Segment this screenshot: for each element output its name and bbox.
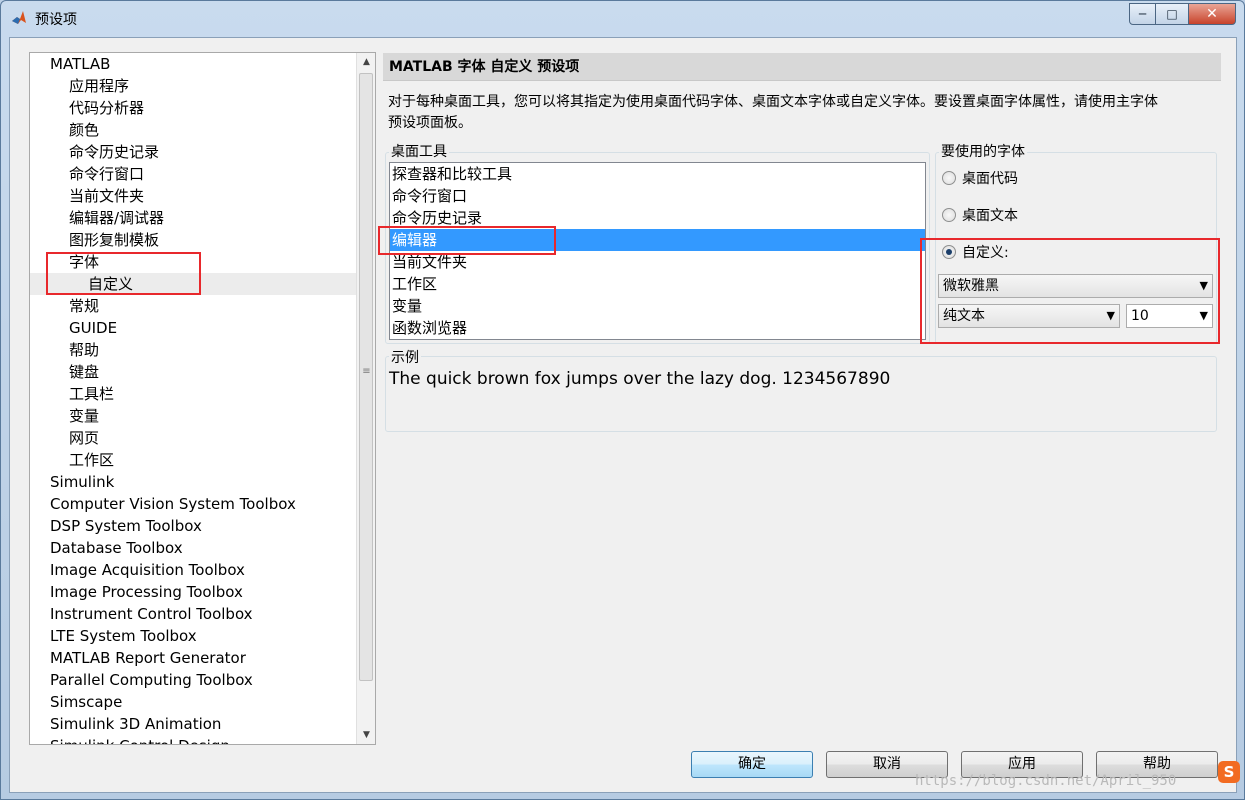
tree-item[interactable]: Database Toolbox (30, 537, 356, 559)
watermark: https://blog.csdn.net/April_950 (915, 773, 1177, 789)
window-title: 预设项 (35, 12, 77, 28)
font-size-value: 10 (1131, 308, 1149, 324)
chevron-down-icon: ▼ (1199, 309, 1208, 322)
tree-item[interactable]: 当前文件夹 (30, 185, 356, 207)
tree-item[interactable]: 键盘 (30, 361, 356, 383)
sample-group (385, 356, 1217, 432)
minimize-button[interactable]: ─ (1129, 3, 1156, 25)
tree-item[interactable]: 代码分析器 (30, 97, 356, 119)
tree-item[interactable]: 命令历史记录 (30, 141, 356, 163)
radio-text-font[interactable]: 桌面文本 (942, 205, 1018, 225)
tree-item[interactable]: GUIDE (30, 317, 356, 339)
tree-item[interactable]: 变量 (30, 405, 356, 427)
close-icon: ✕ (1206, 6, 1218, 22)
font-to-use-label: 要使用的字体 (939, 141, 1027, 161)
title-bar[interactable]: 预设项 ─ □ ✕ (1, 1, 1244, 35)
maximize-icon: □ (1166, 7, 1178, 21)
tree-item[interactable]: MATLAB Report Generator (30, 647, 356, 669)
radio-custom-font-label: 自定义: (962, 245, 1009, 261)
tree-item[interactable]: MATLAB (30, 53, 356, 75)
description-line-2: 预设项面板。 (388, 115, 472, 131)
font-style-value: 纯文本 (943, 308, 985, 324)
panel-title: MATLAB 字体 自定义 预设项 (383, 53, 1221, 81)
panel-description: 对于每种桌面工具，您可以将其指定为使用桌面代码字体、桌面文本字体或自定义字体。要… (388, 92, 1223, 134)
tree-list: MATLAB 应用程序 代码分析器 颜色 命令历史记录 命令行窗口 当前文件夹 编辑器/调试器… (30, 53, 356, 744)
desktop-tool-item[interactable]: 编辑器 (390, 229, 925, 251)
tree-item[interactable]: 工作区 (30, 449, 356, 471)
window-controls: ─ □ ✕ (1129, 3, 1236, 25)
tree-item[interactable]: DSP System Toolbox (30, 515, 356, 537)
radio-code-font-indicator[interactable] (942, 171, 956, 185)
scroll-down-icon[interactable]: ▼ (357, 726, 375, 744)
ok-button[interactable]: 确定 (691, 751, 813, 778)
tree-item[interactable]: Image Acquisition Toolbox (30, 559, 356, 581)
client-area: MATLAB 应用程序 代码分析器 颜色 命令历史记录 命令行窗口 当前文件夹 编辑器/调试器… (9, 37, 1237, 793)
desktop-tool-item[interactable]: 当前文件夹 (390, 251, 925, 273)
scroll-up-icon[interactable]: ▲ (357, 53, 375, 71)
preferences-tree[interactable]: MATLAB 应用程序 代码分析器 颜色 命令历史记录 命令行窗口 当前文件夹 编辑器/调试器… (29, 52, 376, 745)
preferences-window: 预设项 ─ □ ✕ MATLAB 应用程序 代码分析器 颜色 命令历史记录 命令行窗口 当前… (0, 0, 1245, 800)
matlab-logo-icon (12, 11, 26, 24)
minimize-icon: ─ (1138, 7, 1147, 21)
tree-item[interactable]: Computer Vision System Toolbox (30, 493, 356, 515)
sample-text: The quick brown fox jumps over the lazy … (389, 369, 891, 389)
desktop-tools-label: 桌面工具 (389, 141, 449, 161)
sogou-logo-icon: S (1218, 761, 1240, 783)
tree-item[interactable]: 自定义 (30, 273, 356, 295)
tree-item[interactable]: 颜色 (30, 119, 356, 141)
tree-item[interactable]: 帮助 (30, 339, 356, 361)
tree-item[interactable]: 命令行窗口 (30, 163, 356, 185)
radio-custom-font-indicator[interactable] (942, 245, 956, 259)
radio-code-font[interactable]: 桌面代码 (942, 168, 1018, 188)
tree-scrollbar[interactable]: ▲ ≡ ▼ (356, 53, 375, 744)
description-line-1: 对于每种桌面工具，您可以将其指定为使用桌面代码字体、桌面文本字体或自定义字体。要… (388, 94, 1158, 110)
scroll-thumb[interactable]: ≡ (359, 73, 373, 681)
font-name-dropdown[interactable]: 微软雅黑 ▼ (938, 274, 1213, 298)
font-style-dropdown[interactable]: 纯文本 ▼ (938, 304, 1120, 328)
tree-item[interactable]: Image Processing Toolbox (30, 581, 356, 603)
tree-item[interactable]: 编辑器/调试器 (30, 207, 356, 229)
tree-item[interactable]: Simscape (30, 691, 356, 713)
tree-item[interactable]: Simulink (30, 471, 356, 493)
tree-item[interactable]: 常规 (30, 295, 356, 317)
tree-item[interactable]: Parallel Computing Toolbox (30, 669, 356, 691)
sample-label: 示例 (389, 347, 421, 367)
radio-text-font-indicator[interactable] (942, 208, 956, 222)
tree-item[interactable]: 图形复制模板 (30, 229, 356, 251)
tree-item[interactable]: Instrument Control Toolbox (30, 603, 356, 625)
tree-item[interactable]: 应用程序 (30, 75, 356, 97)
font-size-dropdown[interactable]: 10 ▼ (1126, 304, 1213, 328)
tree-item[interactable]: 工具栏 (30, 383, 356, 405)
radio-custom-font[interactable]: 自定义: (942, 242, 1009, 262)
desktop-tool-item[interactable]: 命令行窗口 (390, 185, 925, 207)
grip-icon: ≡ (362, 366, 371, 377)
tree-item[interactable]: 字体 (30, 251, 356, 273)
desktop-tool-item[interactable]: 命令历史记录 (390, 207, 925, 229)
desktop-tools-list[interactable]: 探查器和比较工具 命令行窗口 命令历史记录 编辑器 当前文件夹 工作区 变量 函数浏览器 (389, 162, 926, 340)
tree-item[interactable]: Simulink Control Design (30, 735, 356, 744)
font-name-value: 微软雅黑 (943, 278, 999, 294)
desktop-tool-item[interactable]: 函数浏览器 (390, 317, 925, 339)
tree-item[interactable]: Simulink 3D Animation (30, 713, 356, 735)
chevron-down-icon: ▼ (1106, 309, 1115, 322)
desktop-tool-item[interactable]: 变量 (390, 295, 925, 317)
desktop-tool-item[interactable]: 工作区 (390, 273, 925, 295)
close-button[interactable]: ✕ (1188, 3, 1236, 25)
chevron-down-icon: ▼ (1199, 279, 1208, 292)
tree-item[interactable]: 网页 (30, 427, 356, 449)
maximize-button[interactable]: □ (1155, 3, 1189, 25)
desktop-tool-item[interactable]: 探查器和比较工具 (390, 163, 925, 185)
radio-text-font-label: 桌面文本 (962, 208, 1018, 224)
radio-code-font-label: 桌面代码 (962, 171, 1018, 187)
tree-item[interactable]: LTE System Toolbox (30, 625, 356, 647)
